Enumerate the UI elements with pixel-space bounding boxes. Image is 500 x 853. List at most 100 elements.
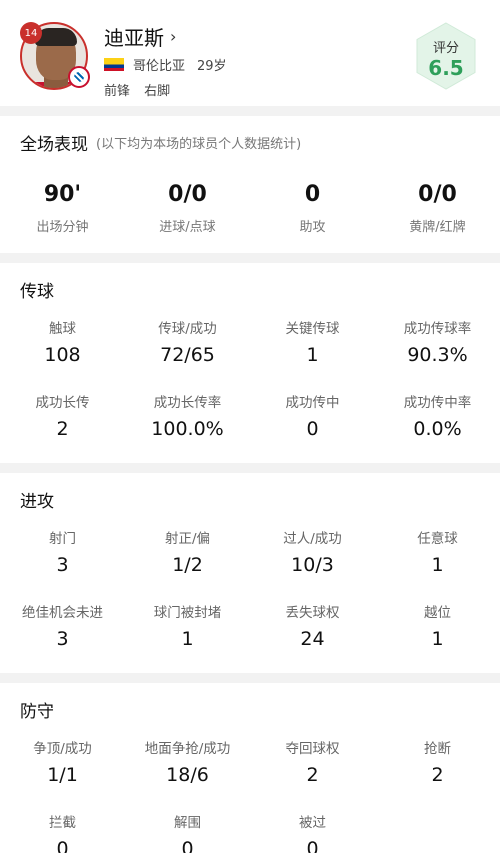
stat-cell: 夺回球权 2 [250,735,375,809]
stat-value: 3 [56,554,69,576]
overview-note: (以下均为本场的球员个人数据统计) [96,136,302,152]
stat-label: 被过 [299,815,326,831]
player-name-link[interactable]: 迪亚斯 › [104,22,176,51]
stat-label: 射门 [49,531,76,547]
stat-value: 90.3% [407,344,468,366]
defense-title: 防守 [20,701,54,722]
stat-label: 触球 [49,321,76,337]
stat-label: 出场分钟 [36,220,89,235]
stat-label: 过人/成功 [283,531,342,547]
section-divider [0,673,500,683]
stat-value: 1 [431,554,444,576]
stat-label: 球门被封堵 [153,605,222,621]
stat-label: 任意球 [417,531,458,547]
stat-cell: 射正/偏 1/2 [125,525,250,599]
stat-value: 1/1 [47,764,78,786]
jersey-number-badge: 14 [20,22,42,44]
stat-value: 3 [56,628,69,650]
stat-value: 2 [431,764,444,786]
attack-stats: 射门 3 射正/偏 1/2 过人/成功 10/3 任意球 1 绝佳机会未进 3 球门被封堵… [0,525,500,673]
stat-value: 2 [306,764,319,786]
player-foot: 右脚 [144,84,171,99]
stat-value: 0/0 [168,182,207,207]
stat-label: 夺回球权 [285,741,340,757]
attack-title: 进攻 [20,491,54,512]
defense-stats: 争顶/成功 1/1 地面争抢/成功 18/6 夺回球权 2 抢断 2 拦截 0 解围 0 被… [0,735,500,853]
stat-label: 成功传球率 [403,321,472,337]
stat-cell: 丢失球权 24 [250,599,375,673]
stat-value: 0 [56,838,69,853]
stat-minutes: 90' 出场分钟 [0,182,125,253]
stat-value: 0 [181,838,194,853]
stat-cell: 球门被封堵 1 [125,599,250,673]
stat-label: 解围 [174,815,201,831]
stat-assists: 0 助攻 [250,182,375,253]
chevron-right-icon: › [170,27,177,46]
section-divider [0,106,500,116]
overview-header: 全场表现 (以下均为本场的球员个人数据统计) [0,116,500,168]
stat-value: 108 [44,344,81,366]
stat-cell: 成功长传 2 [0,389,125,463]
stat-value: 1/2 [172,554,203,576]
stat-label: 越位 [424,605,451,621]
stat-value: 24 [300,628,325,650]
stat-value: 100.0% [151,418,224,440]
stat-cell: 被过 0 [250,809,375,853]
stat-label: 地面争抢/成功 [144,741,231,757]
stat-value: 72/65 [160,344,215,366]
stat-cell: 解围 0 [125,809,250,853]
player-country: 哥伦比亚 [133,59,186,74]
stat-label: 成功长传 [35,395,90,411]
stat-cell: 传球/成功 72/65 [125,315,250,389]
player-country-row: 哥伦比亚 29岁 [104,55,227,74]
stat-value: 1 [306,344,319,366]
player-position: 前锋 [104,84,131,99]
passing-title: 传球 [20,281,54,302]
stat-cell: 过人/成功 10/3 [250,525,375,599]
stat-cell: 成功传球率 90.3% [375,315,500,389]
player-position-row: 前锋 右脚 [104,80,170,99]
rating-badge: 评分 6.5 [412,22,480,90]
stat-label: 成功传中 [285,395,340,411]
overview-title: 全场表现 [20,134,88,155]
club-logo-icon [68,66,90,88]
stat-label: 助攻 [299,220,326,235]
stat-label: 成功传中率 [403,395,472,411]
stat-goals: 0/0 进球/点球 [125,182,250,253]
stat-cell: 射门 3 [0,525,125,599]
stat-value: 1 [431,628,444,650]
stat-cell: 触球 108 [0,315,125,389]
stat-value: 0 [306,418,319,440]
stat-cell: 任意球 1 [375,525,500,599]
stat-cell: 越位 1 [375,599,500,673]
overview-stats: 90' 出场分钟 0/0 进球/点球 0 助攻 0/0 黄牌/红牌 [0,168,500,253]
stat-label: 抢断 [424,741,451,757]
stat-label: 传球/成功 [158,321,217,337]
rating-label: 评分 [432,41,459,56]
stat-cell: 绝佳机会未进 3 [0,599,125,673]
stat-cell: 争顶/成功 1/1 [0,735,125,809]
stat-label: 射正/偏 [164,531,211,547]
stat-value: 0.0% [413,418,462,440]
stat-label: 黄牌/红牌 [409,220,466,235]
stat-cell: 关键传球 1 [250,315,375,389]
passing-stats: 触球 108 传球/成功 72/65 关键传球 1 成功传球率 90.3% 成功长传 2 … [0,315,500,463]
stat-cell: 拦截 0 [0,809,125,853]
stat-value: 0/0 [418,182,457,207]
stat-value: 2 [56,418,69,440]
stat-value: 0 [306,838,319,853]
stat-cell: 成功传中 0 [250,389,375,463]
player-name: 迪亚斯 [104,26,164,50]
stat-value: 1 [181,628,194,650]
stat-cell: 成功传中率 0.0% [375,389,500,463]
stat-label: 争顶/成功 [33,741,92,757]
stat-cell: 抢断 2 [375,735,500,809]
stat-label: 进球/点球 [159,220,216,235]
stat-value: 0 [304,182,321,207]
stat-cards: 0/0 黄牌/红牌 [375,182,500,253]
stat-label: 关键传球 [285,321,340,337]
player-age: 29岁 [197,59,227,74]
stat-label: 丢失球权 [285,605,340,621]
section-divider [0,253,500,263]
stat-value: 10/3 [291,554,334,576]
